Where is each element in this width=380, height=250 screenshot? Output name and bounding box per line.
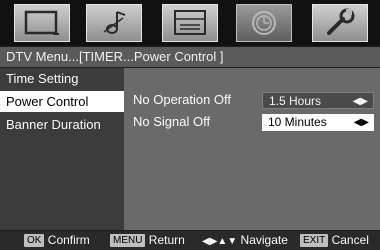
clock-icon <box>252 11 276 35</box>
help-cancel: EXIT Cancel <box>300 231 369 250</box>
menu-item-label: Time Setting <box>6 71 79 86</box>
exit-key-badge: EXIT <box>300 234 329 248</box>
navigate-label: Navigate <box>240 233 288 247</box>
help-navigate: ◀▶▲▼ Navigate <box>202 231 288 250</box>
no-operation-off-selector[interactable]: 1.5 Hours ◀▶ <box>262 92 374 109</box>
menu-item-banner-duration[interactable]: Banner Duration <box>0 114 124 135</box>
left-right-arrows-icon: ◀▶ <box>353 117 369 128</box>
tab-setup[interactable] <box>162 4 218 42</box>
tv-screen-icon <box>24 10 59 35</box>
option-no-operation-off[interactable]: No Operation Off 1.5 Hours ◀▶ <box>124 90 380 110</box>
option-label: No Operation Off <box>133 92 232 107</box>
timer-submenu: Time Setting Power Control Banner Durati… <box>0 68 124 230</box>
music-note-icon <box>103 11 126 34</box>
tab-timer[interactable] <box>236 4 292 42</box>
cancel-label: Cancel <box>331 233 369 247</box>
menu-item-label: Power Control <box>6 94 89 109</box>
key-help-bar: OK Confirm MENU Return ◀▶▲▼ Navigate EXI… <box>0 231 380 250</box>
menu-breadcrumb-title: DTV Menu...[TIMER...Power Control ] <box>0 47 380 67</box>
navigate-arrows-icon: ◀▶▲▼ <box>202 236 238 247</box>
ok-key-badge: OK <box>24 234 45 248</box>
tab-audio[interactable] <box>86 4 142 42</box>
return-label: Return <box>148 233 185 247</box>
setup-panel-icon <box>174 10 206 35</box>
no-signal-off-selector[interactable]: 10 Minutes ◀▶ <box>262 114 374 131</box>
tab-picture[interactable] <box>14 4 70 42</box>
help-return: MENU Return <box>110 231 185 250</box>
menu-item-power-control[interactable]: Power Control <box>0 91 124 112</box>
power-control-options: No Operation Off 1.5 Hours ◀▶ No Signal … <box>124 68 380 230</box>
option-label: No Signal Off <box>133 114 211 129</box>
wrench-icon <box>327 8 355 35</box>
option-value: 1.5 Hours <box>269 94 322 108</box>
menu-item-label: Banner Duration <box>6 117 101 132</box>
left-right-arrows-icon: ◀▶ <box>352 96 368 107</box>
option-no-signal-off[interactable]: No Signal Off 10 Minutes ◀▶ <box>124 112 380 132</box>
category-icon-bar <box>0 0 380 46</box>
help-confirm: OK Confirm <box>24 231 90 250</box>
tab-tools[interactable] <box>312 4 368 42</box>
dtv-menu-screen: DTV Menu...[TIMER...Power Control ] Time… <box>0 0 380 250</box>
option-value: 10 Minutes <box>268 115 327 129</box>
confirm-label: Confirm <box>47 233 90 247</box>
menu-key-badge: MENU <box>110 234 146 248</box>
menu-item-time-setting[interactable]: Time Setting <box>0 68 124 89</box>
